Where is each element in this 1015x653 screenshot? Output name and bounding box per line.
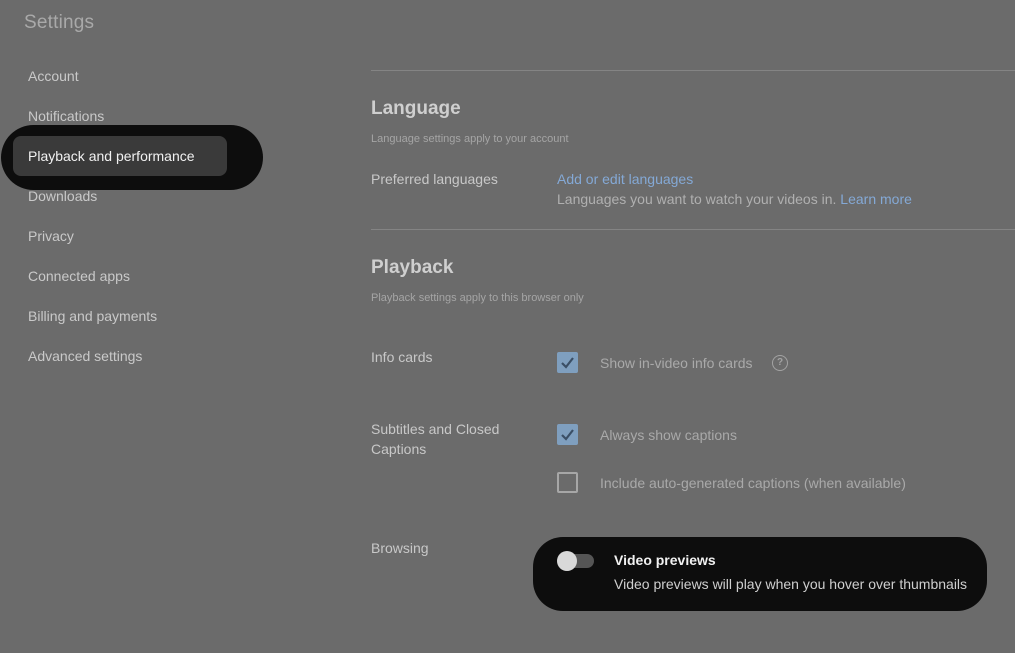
preferred-languages-label: Preferred languages — [371, 171, 498, 187]
sidebar-item-downloads[interactable]: Downloads — [28, 188, 97, 204]
sidebar-item-connected-apps[interactable]: Connected apps — [28, 268, 130, 284]
settings-page: Settings Account Notifications Playback … — [0, 0, 1015, 653]
video-previews-title: Video previews — [614, 552, 716, 568]
playback-section-title: Playback — [371, 257, 454, 278]
sidebar-item-advanced-settings[interactable]: Advanced settings — [28, 348, 142, 364]
sidebar-item-privacy[interactable]: Privacy — [28, 228, 74, 244]
playback-section-subtitle: Playback settings apply to this browser … — [371, 292, 584, 304]
video-previews-description: Video previews will play when you hover … — [614, 576, 968, 592]
checkmark-icon — [561, 357, 574, 369]
language-section-subtitle: Language settings apply to your account — [371, 133, 569, 145]
browsing-label: Browsing — [371, 540, 429, 556]
info-cards-checkbox[interactable] — [557, 352, 578, 373]
auto-generated-captions-label: Include auto-generated captions (when av… — [600, 475, 906, 491]
add-edit-languages-link[interactable]: Add or edit languages — [557, 171, 693, 187]
checkmark-icon — [561, 429, 574, 441]
section-divider — [371, 229, 1015, 230]
languages-description-text: Languages you want to watch your videos … — [557, 191, 837, 207]
info-cards-option-label: Show in-video info cards — [600, 355, 753, 371]
languages-description: Languages you want to watch your videos … — [557, 191, 912, 207]
sidebar-item-billing-and-payments[interactable]: Billing and payments — [28, 308, 157, 324]
toggle-knob[interactable] — [557, 551, 577, 571]
subtitles-captions-label: Subtitles and Closed Captions — [371, 421, 500, 457]
sidebar-item-notifications[interactable]: Notifications — [28, 108, 104, 124]
sidebar-item-account[interactable]: Account — [28, 68, 79, 84]
auto-generated-captions-checkbox[interactable] — [557, 472, 578, 493]
always-show-captions-label: Always show captions — [600, 427, 737, 443]
section-divider — [371, 70, 1015, 71]
sidebar-item-playback-and-performance[interactable]: Playback and performance — [28, 148, 195, 164]
always-show-captions-checkbox[interactable] — [557, 424, 578, 445]
page-title: Settings — [24, 12, 95, 33]
question-circle-icon[interactable]: ? — [772, 355, 788, 371]
language-section-title: Language — [371, 98, 461, 119]
video-previews-highlight-overlay — [533, 537, 987, 611]
info-cards-label: Info cards — [371, 349, 433, 365]
learn-more-link[interactable]: Learn more — [840, 191, 912, 207]
